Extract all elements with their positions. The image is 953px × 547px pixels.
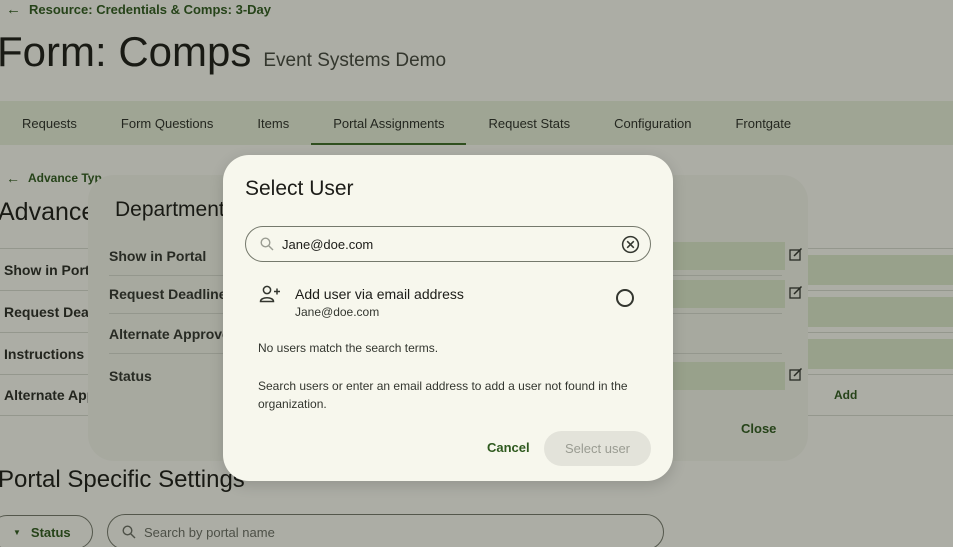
option-radio[interactable] [616,289,634,307]
search-help-text: Search users or enter an email address t… [258,379,628,411]
user-search-field [245,226,651,262]
no-match-message: No users match the search terms. [258,341,439,355]
select-user-button[interactable]: Select user [544,431,651,466]
option-title: Add user via email address [295,286,464,302]
select-user-title: Select User [245,177,354,200]
clear-search-icon[interactable] [621,235,640,254]
person-add-icon [259,285,280,303]
option-email: Jane@doe.com [295,305,380,319]
select-user-dialog: Select User Add user via email address J… [223,155,673,481]
user-search-input[interactable] [282,236,602,252]
cancel-button[interactable]: Cancel [487,440,530,455]
add-user-via-email-option[interactable]: Add user via email address Jane@doe.com [245,281,651,325]
search-icon [260,237,274,251]
